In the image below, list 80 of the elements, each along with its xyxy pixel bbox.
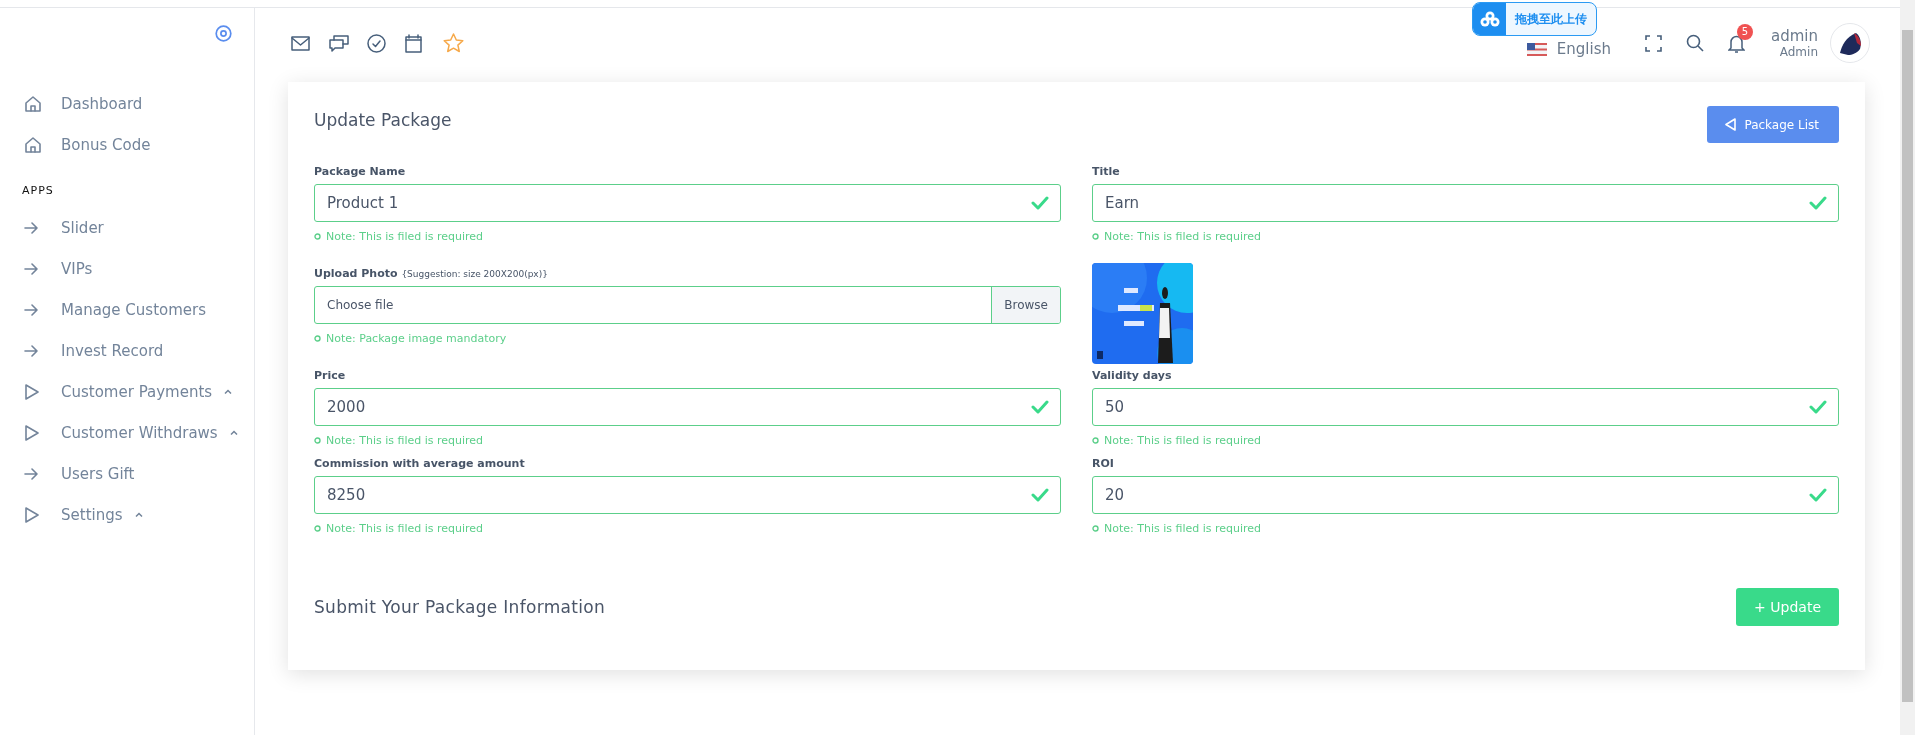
sidebar-item[interactable]: Manage Customers bbox=[61, 300, 207, 319]
sidebar-item[interactable]: Dashboard bbox=[61, 94, 143, 113]
cloud-icon bbox=[1479, 11, 1500, 27]
check-circle-icon[interactable] bbox=[367, 33, 386, 53]
package-list-button[interactable]: Package List bbox=[1707, 106, 1839, 143]
note-dot-icon bbox=[1092, 233, 1099, 240]
note-dot-icon bbox=[1092, 525, 1099, 532]
check-icon bbox=[1809, 196, 1827, 210]
language-selector[interactable]: English bbox=[1556, 40, 1611, 58]
target-icon[interactable] bbox=[215, 25, 232, 42]
input-field[interactable]: 50 bbox=[1092, 388, 1839, 426]
sidebar-item[interactable]: Customer Withdraws bbox=[61, 423, 218, 442]
triangle-icon bbox=[24, 505, 40, 524]
arrow-right-icon bbox=[24, 262, 38, 275]
triangle-icon bbox=[24, 423, 40, 442]
arrow-right-icon bbox=[24, 303, 38, 316]
field-note: Note: Package image mandatory bbox=[326, 332, 507, 345]
field-note: Note: This is filed is required bbox=[1104, 434, 1262, 447]
field-label: Package Name bbox=[314, 165, 407, 178]
star-icon[interactable] bbox=[443, 33, 464, 53]
file-input[interactable]: Choose file Browse bbox=[314, 286, 1061, 324]
sidebar-item[interactable]: Bonus Code bbox=[61, 135, 151, 154]
calendar-icon[interactable] bbox=[405, 33, 422, 53]
check-icon bbox=[1809, 400, 1827, 414]
arrow-right-icon bbox=[24, 221, 38, 234]
field-note: Note: This is filed is required bbox=[1104, 230, 1262, 243]
field-label: Commission with average amount bbox=[314, 457, 526, 470]
input-field[interactable]: 20 bbox=[1092, 476, 1839, 514]
sidebar-item[interactable]: Slider bbox=[61, 218, 104, 237]
notification-badge: 5 bbox=[1737, 23, 1753, 40]
sidebar-item[interactable]: Users Gift bbox=[61, 464, 135, 483]
caret-icon bbox=[229, 430, 238, 435]
home-icon bbox=[24, 135, 42, 154]
upload-widget[interactable]: 拖拽至此上传 bbox=[1472, 2, 1597, 36]
user-name: admin bbox=[1771, 26, 1818, 45]
check-icon bbox=[1031, 488, 1049, 502]
section-heading: APPS bbox=[21, 183, 55, 199]
input-field[interactable]: Earn bbox=[1092, 184, 1839, 222]
back-triangle-icon bbox=[1725, 118, 1737, 131]
chat-icon[interactable] bbox=[329, 33, 349, 53]
bell-icon[interactable] bbox=[1728, 33, 1745, 53]
field-label: Upload Photo {Suggestion: size 200X200(px)} bbox=[314, 267, 549, 280]
note-dot-icon bbox=[1092, 437, 1099, 444]
input-field[interactable]: 8250 bbox=[314, 476, 1061, 514]
scrollbar[interactable] bbox=[1900, 0, 1915, 735]
field-note: Note: This is filed is required bbox=[326, 522, 484, 535]
home-icon bbox=[24, 94, 42, 113]
check-icon bbox=[1031, 400, 1049, 414]
note-dot-icon bbox=[314, 233, 321, 240]
note-dot-icon bbox=[314, 525, 321, 532]
field-note: Note: This is filed is required bbox=[1104, 522, 1262, 535]
field-label: ROI bbox=[1092, 457, 1115, 470]
avatar[interactable] bbox=[1830, 23, 1870, 63]
field-note: Note: This is filed is required bbox=[326, 434, 484, 447]
fullscreen-icon[interactable] bbox=[1645, 34, 1662, 52]
check-icon bbox=[1031, 196, 1049, 210]
field-label: Price bbox=[314, 369, 347, 382]
input-field[interactable]: 2000 bbox=[314, 388, 1061, 426]
note-dot-icon bbox=[314, 335, 321, 342]
field-note: Note: This is filed is required bbox=[326, 230, 484, 243]
mail-icon[interactable] bbox=[291, 35, 310, 51]
sidebar-item[interactable]: VIPs bbox=[61, 259, 93, 278]
field-label: Title bbox=[1092, 165, 1121, 178]
caret-icon bbox=[224, 389, 233, 394]
sidebar-item[interactable]: Settings bbox=[61, 505, 123, 524]
triangle-icon bbox=[24, 382, 40, 401]
check-icon bbox=[1809, 488, 1827, 502]
input-field[interactable]: Product 1 bbox=[314, 184, 1061, 222]
arrow-right-icon bbox=[24, 467, 38, 480]
field-label: Validity days bbox=[1092, 369, 1173, 382]
search-icon[interactable] bbox=[1686, 34, 1704, 52]
note-dot-icon bbox=[314, 437, 321, 444]
sidebar-item[interactable]: Customer Payments bbox=[61, 382, 213, 401]
card-title: Update Package bbox=[314, 110, 452, 130]
sidebar-item[interactable]: Invest Record bbox=[61, 341, 164, 360]
submit-title: Submit Your Package Information bbox=[314, 597, 605, 617]
arrow-right-icon bbox=[24, 344, 38, 357]
caret-icon bbox=[134, 512, 143, 517]
flag-icon bbox=[1526, 42, 1547, 56]
user-role: Admin bbox=[1779, 44, 1818, 60]
